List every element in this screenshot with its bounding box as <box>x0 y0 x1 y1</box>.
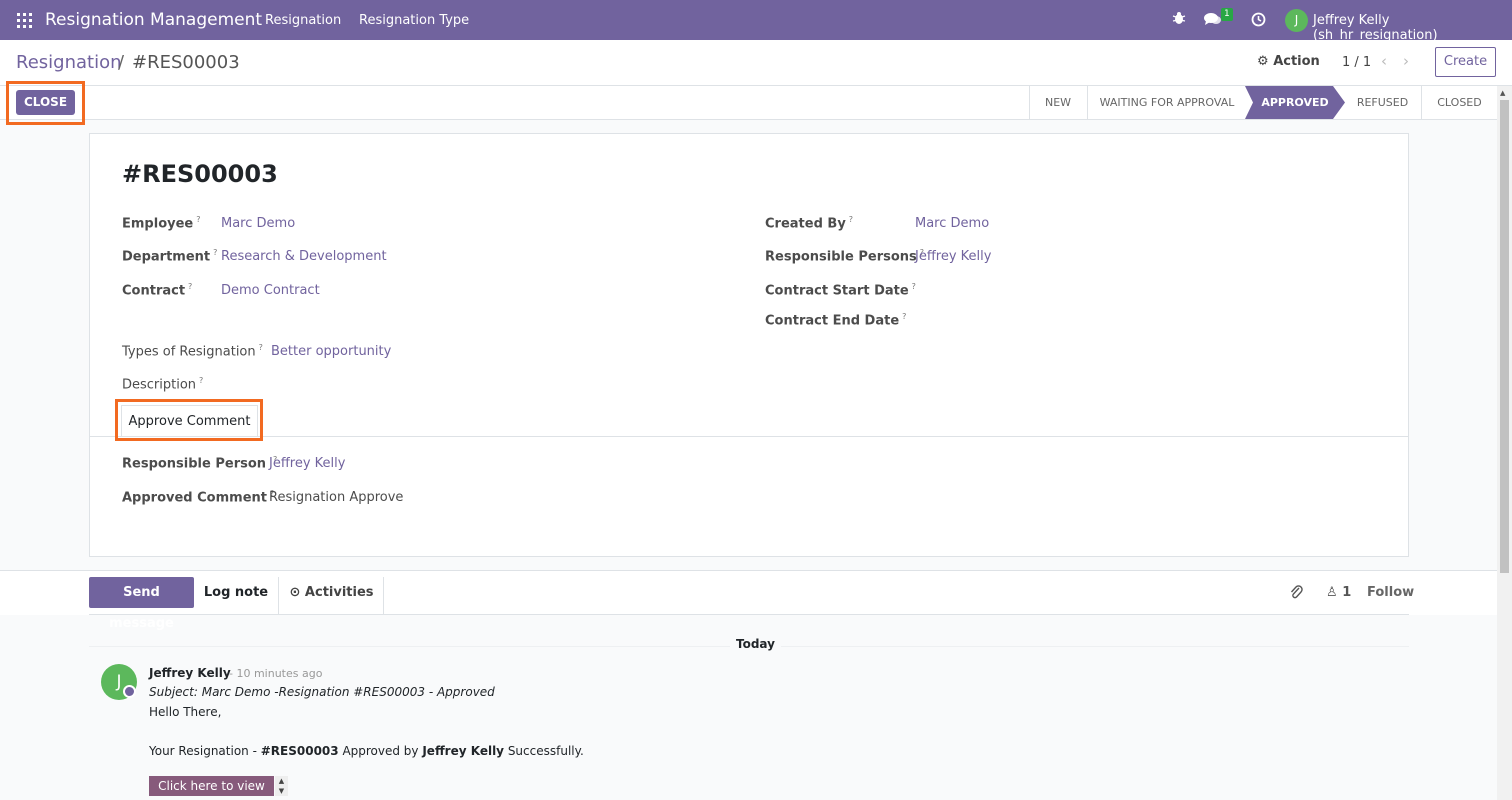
followers-button[interactable]: ♙ 1 <box>1326 585 1351 600</box>
apps-grid-icon[interactable] <box>17 13 32 28</box>
types-of-resignation-label: Types of Resignation? <box>122 343 263 360</box>
message-author[interactable]: Jeffrey Kelly <box>149 666 231 680</box>
contract-end-date-label: Contract End Date? <box>765 312 907 329</box>
message-subject: Subject: Marc Demo -Resignation #RES0000… <box>149 685 495 699</box>
help-tooltip-icon[interactable]: ? <box>188 282 192 291</box>
tab-divider <box>90 436 1408 437</box>
activities-label: Activities <box>304 585 374 600</box>
help-tooltip-icon[interactable]: ? <box>196 215 200 224</box>
message-time: - 10 minutes ago <box>229 667 323 680</box>
message-body: Your Resignation - #RES00003 Approved by… <box>149 744 584 758</box>
approved-comment-field[interactable]: Resignation Approve <box>269 490 403 505</box>
responsible-persons-label: Responsible Persons? <box>765 248 925 265</box>
user-icon: ♙ <box>1326 585 1338 600</box>
stage-new[interactable]: NEW <box>1030 86 1086 119</box>
breadcrumb-root[interactable]: Resignation <box>16 52 122 73</box>
spinner-arrows-icon: ▲ ▼ <box>275 776 288 796</box>
app-title[interactable]: Resignation Management <box>45 10 262 30</box>
activities-button[interactable]: ⊙ Activities <box>280 577 384 615</box>
help-tooltip-icon[interactable]: ? <box>902 312 906 321</box>
stage-closed[interactable]: CLOSED <box>1422 86 1497 119</box>
employee-label: Employee? <box>122 215 201 232</box>
debug-bug-icon[interactable] <box>1172 11 1186 29</box>
action-button[interactable]: ⚙ Action <box>1257 54 1320 69</box>
gear-icon: ⚙ <box>1257 54 1269 69</box>
help-tooltip-icon[interactable]: ? <box>213 248 217 257</box>
user-avatar[interactable]: J <box>1285 9 1308 32</box>
department-label: Department? <box>122 248 218 265</box>
description-label: Description? <box>122 376 204 393</box>
responsible-persons-field[interactable]: Jeffrey Kelly <box>915 249 991 264</box>
menu-resignation[interactable]: Resignation <box>265 13 341 28</box>
breadcrumb-current: #RES00003 <box>132 52 240 73</box>
chat-icon[interactable] <box>1204 12 1222 30</box>
action-label: Action <box>1273 54 1320 69</box>
help-tooltip-icon[interactable]: ? <box>199 376 203 385</box>
send-message-button[interactable]: Send message <box>89 577 194 631</box>
chat-badge: 1 <box>1221 8 1233 21</box>
follow-button[interactable]: Follow <box>1367 585 1414 600</box>
approve-comment-tab-highlight <box>115 399 263 441</box>
contract-field[interactable]: Demo Contract <box>221 283 320 298</box>
date-separator: Today <box>730 637 781 651</box>
click-here-to-view-button[interactable]: Click here to view <box>149 776 274 796</box>
clock-icon: ⊙ <box>289 585 301 600</box>
scroll-up-icon[interactable]: ▲ <box>1500 89 1505 97</box>
menu-resignation-type[interactable]: Resignation Type <box>359 13 469 28</box>
paperclip-icon[interactable] <box>1289 584 1303 604</box>
responsible-person-label: Responsible Person? <box>122 455 278 472</box>
help-tooltip-icon[interactable]: ? <box>259 343 263 352</box>
log-note-button[interactable]: Log note <box>194 577 279 615</box>
close-button-highlight <box>6 81 85 125</box>
stage-refused[interactable]: REFUSED <box>1345 86 1420 119</box>
message-greeting: Hello There, <box>149 705 222 719</box>
help-tooltip-icon[interactable]: ? <box>849 215 853 224</box>
online-status-icon <box>123 685 136 698</box>
contract-label: Contract? <box>122 282 193 299</box>
employee-field[interactable]: Marc Demo <box>221 216 295 231</box>
record-title: #RES00003 <box>122 160 278 188</box>
approved-comment-label: Approved Comment? <box>122 489 275 506</box>
pager-next-icon[interactable]: › <box>1403 52 1409 70</box>
pager-value[interactable]: 1 / 1 <box>1342 55 1371 70</box>
create-button[interactable]: Create <box>1435 47 1496 77</box>
breadcrumb-separator: / <box>118 52 125 73</box>
contract-start-date-label: Contract Start Date? <box>765 282 916 299</box>
pager-prev-icon[interactable]: ‹ <box>1381 52 1387 70</box>
scrollbar-thumb[interactable] <box>1500 100 1509 573</box>
created-by-label: Created By? <box>765 215 854 232</box>
responsible-person-field[interactable]: Jeffrey Kelly <box>269 456 345 471</box>
created-by-field[interactable]: Marc Demo <box>915 216 989 231</box>
department-field[interactable]: Research & Development <box>221 249 387 264</box>
user-menu[interactable]: Jeffrey Kelly (sh_hr_resignation) <box>1313 13 1512 43</box>
types-of-resignation-field[interactable]: Better opportunity <box>271 344 391 359</box>
follower-count: 1 <box>1342 585 1352 600</box>
stage-approved[interactable]: APPROVED <box>1245 86 1345 119</box>
stage-waiting-for-approval[interactable]: WAITING FOR APPROVAL <box>1088 86 1246 119</box>
help-tooltip-icon[interactable]: ? <box>912 282 916 291</box>
clock-icon[interactable] <box>1251 12 1266 31</box>
